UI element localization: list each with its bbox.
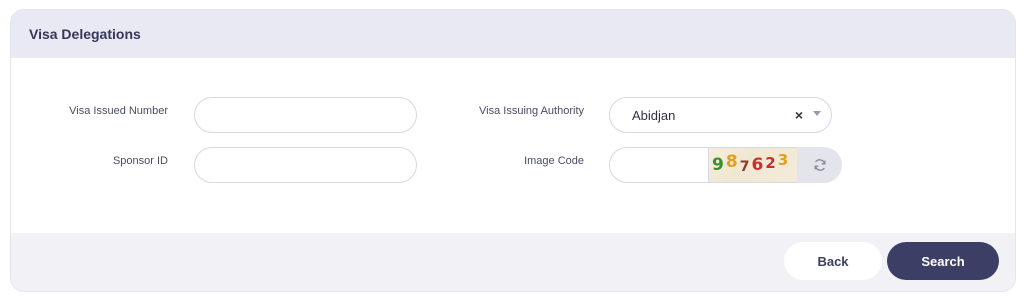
captcha-digit: 2 — [765, 154, 776, 172]
captcha-digit: 8 — [725, 152, 738, 172]
image-code-input[interactable] — [609, 147, 709, 183]
captcha-digit: 3 — [777, 151, 789, 169]
image-code-label: Image Code — [524, 155, 584, 167]
panel-header: Visa Delegations — [11, 10, 1015, 58]
search-button[interactable]: Search — [887, 242, 999, 280]
visa-issuing-authority-select[interactable]: Abidjan × — [609, 97, 832, 133]
captcha-digit: 9 — [712, 155, 724, 175]
clear-selection-icon[interactable]: × — [795, 107, 803, 123]
visa-delegations-panel: Visa Delegations Visa Issued Number Spon… — [10, 9, 1016, 292]
sponsor-id-label: Sponsor ID — [112, 155, 168, 167]
captcha-digit: 7 — [739, 159, 750, 175]
visa-issuing-authority-label: Visa Issuing Authority — [479, 105, 584, 117]
form-footer: Back Search — [11, 233, 1015, 291]
search-form: Visa Issued Number Sponsor ID Visa Issui… — [11, 58, 1015, 235]
captcha-image: 987623 — [709, 147, 797, 183]
captcha-digit: 6 — [751, 155, 764, 175]
visa-issued-number-input[interactable] — [194, 97, 417, 133]
chevron-down-icon[interactable] — [813, 111, 821, 116]
visa-issued-number-label: Visa Issued Number — [69, 105, 168, 117]
refresh-captcha-button[interactable] — [797, 147, 842, 183]
refresh-icon — [814, 159, 825, 171]
panel-title: Visa Delegations — [29, 26, 141, 42]
selected-authority: Abidjan — [632, 108, 676, 123]
back-button[interactable]: Back — [784, 242, 882, 280]
sponsor-id-input[interactable] — [194, 147, 417, 183]
